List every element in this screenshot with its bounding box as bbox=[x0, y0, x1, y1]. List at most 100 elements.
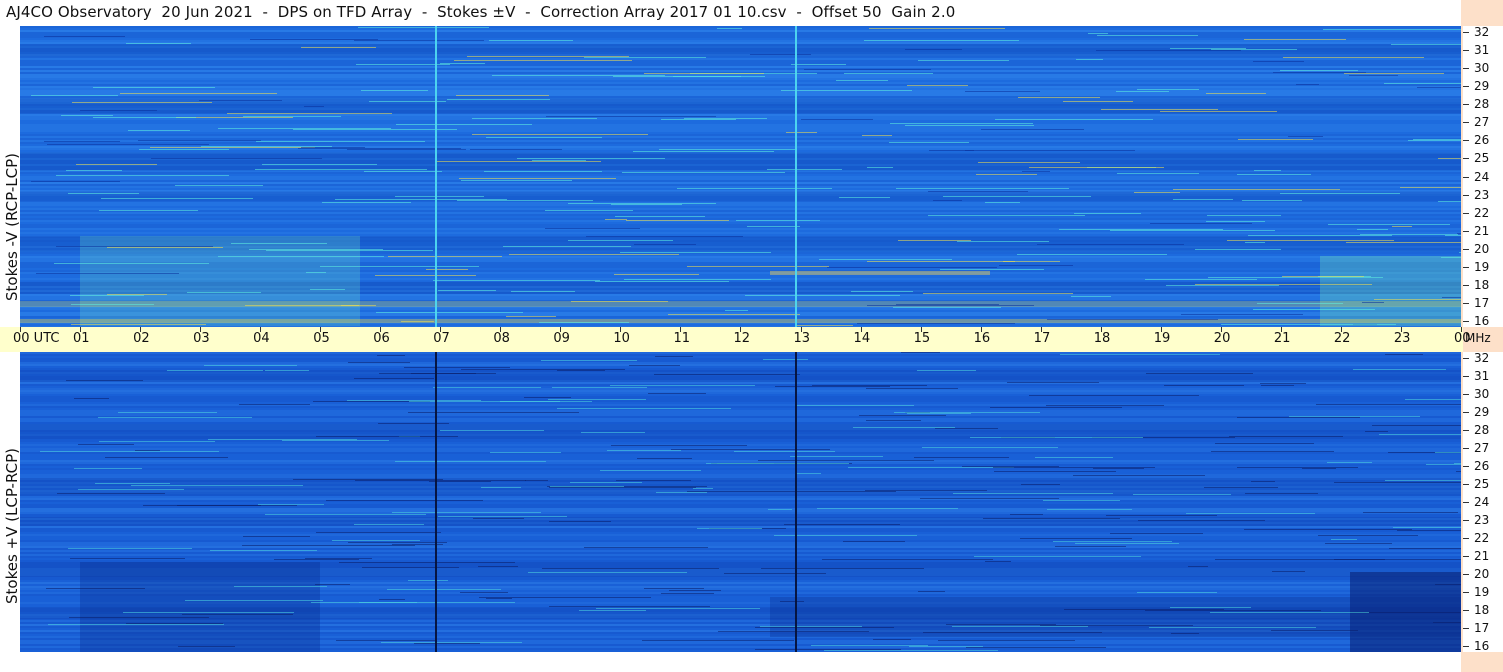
spectrogram-band bbox=[457, 200, 593, 201]
spectrogram-band bbox=[1075, 543, 1179, 544]
time-tick-label: 21 bbox=[1273, 331, 1291, 346]
freq-tick bbox=[1463, 248, 1469, 250]
time-tick-label: 20 bbox=[1213, 331, 1231, 346]
spectrogram-band bbox=[20, 546, 1461, 548]
time-tick-label: 09 bbox=[553, 331, 570, 346]
spectrogram-band bbox=[126, 43, 191, 44]
spectrogram-band bbox=[20, 526, 1461, 528]
spectrogram-band bbox=[20, 191, 1461, 201]
freq-tick bbox=[1463, 140, 1469, 142]
spectrogram-band bbox=[20, 400, 1461, 402]
spectrogram-band bbox=[20, 176, 1461, 178]
spectrogram-band bbox=[486, 137, 602, 138]
freq-tick bbox=[1463, 628, 1469, 629]
spectrogram-band bbox=[1195, 284, 1372, 285]
spectrogram-band bbox=[265, 514, 426, 515]
spectrogram-band bbox=[99, 441, 215, 442]
time-tick-label: 17 bbox=[1033, 331, 1051, 346]
spectrogram-band bbox=[541, 360, 637, 361]
spectrogram-band bbox=[552, 387, 647, 388]
spectrogram-band bbox=[20, 352, 1461, 354]
spectrogram-band bbox=[1160, 111, 1277, 112]
spectrogram-band bbox=[101, 198, 253, 199]
time-tick-label: 08 bbox=[493, 331, 510, 346]
time-tick-label: 13 bbox=[793, 331, 811, 346]
spectrogram-band bbox=[107, 247, 223, 248]
spectrogram-band bbox=[1227, 240, 1394, 241]
freq-tick bbox=[1463, 520, 1469, 521]
spectrogram-band bbox=[1397, 530, 1461, 531]
spectrogram-band bbox=[20, 224, 1461, 226]
spectrogram-band bbox=[1357, 229, 1388, 230]
spectrogram-band bbox=[525, 480, 548, 481]
spectrogram-band bbox=[1360, 234, 1458, 235]
spectrogram-band bbox=[725, 310, 748, 311]
spectrogram-band bbox=[107, 294, 167, 295]
spectrogram-band bbox=[1374, 299, 1461, 300]
spectrogram-band bbox=[629, 365, 680, 366]
time-tick-label: 04 bbox=[253, 331, 270, 346]
freq-tick bbox=[1463, 212, 1469, 214]
spectrogram-band bbox=[654, 374, 800, 375]
spectrogram-band bbox=[66, 170, 122, 171]
spectrogram-band bbox=[1007, 382, 1099, 383]
spectrogram-band bbox=[361, 90, 428, 91]
spectrogram-band bbox=[20, 82, 1461, 84]
spectrogram-band bbox=[20, 460, 1461, 462]
spectrogram-band bbox=[99, 210, 198, 211]
spectrogram-band bbox=[490, 452, 561, 453]
spectrogram-band bbox=[20, 408, 1461, 410]
spectrogram-band bbox=[20, 44, 1461, 57]
spectrogram-band bbox=[923, 632, 1102, 633]
spectrogram-bottom[interactable] bbox=[20, 352, 1461, 652]
time-tick-label: 23 bbox=[1393, 331, 1411, 346]
spectrogram-band bbox=[1043, 500, 1120, 501]
spectrogram-band bbox=[767, 169, 842, 170]
time-tick-label: 12 bbox=[733, 331, 751, 346]
spectrogram-band bbox=[414, 643, 480, 644]
spectrogram-band bbox=[20, 96, 1461, 98]
spectrogram-band bbox=[20, 34, 1461, 36]
spectrogram-band bbox=[1046, 405, 1164, 406]
spectrogram-band bbox=[1173, 189, 1340, 190]
spectrogram-band bbox=[1417, 87, 1461, 88]
spectrogram-band bbox=[20, 30, 1461, 32]
spectrogram-band bbox=[20, 502, 1461, 504]
spectrogram-band bbox=[1173, 199, 1233, 200]
spectrogram-band bbox=[550, 486, 624, 487]
spectrogram-band bbox=[827, 267, 997, 268]
spectrogram-band bbox=[1331, 539, 1357, 540]
spectrogram-band bbox=[890, 123, 1033, 124]
spectrogram-band bbox=[1433, 622, 1461, 623]
spectrogram-band bbox=[1244, 529, 1412, 530]
spectrogram-band bbox=[795, 405, 914, 406]
spectrogram-band bbox=[310, 289, 345, 290]
spectrogram-band bbox=[1408, 140, 1461, 141]
spectrogram-band bbox=[928, 191, 1028, 192]
spectrogram-band bbox=[1320, 256, 1461, 326]
spectrogram-band bbox=[20, 94, 1461, 96]
spectrogram-band bbox=[750, 54, 811, 55]
spectrogram-band bbox=[48, 624, 224, 625]
spectrogram-band bbox=[255, 169, 427, 170]
spectrogram-band bbox=[301, 47, 376, 48]
spectrogram-band bbox=[1037, 244, 1184, 245]
spectrogram-band bbox=[905, 125, 1034, 126]
spectrogram-band bbox=[1248, 235, 1392, 236]
frequency-unit-label: MHz bbox=[1465, 331, 1491, 345]
spectrogram-band bbox=[1260, 383, 1306, 384]
freq-tick bbox=[1463, 448, 1469, 449]
spectrogram-band bbox=[1391, 44, 1461, 45]
spectrogram-band bbox=[71, 324, 206, 325]
spectrogram-band bbox=[1302, 468, 1336, 469]
time-tick-label: 16 bbox=[973, 331, 991, 346]
spectrogram-band bbox=[867, 305, 1034, 306]
spectrogram-band bbox=[624, 279, 771, 280]
spectrogram-band bbox=[851, 291, 913, 292]
spectrogram-band bbox=[1017, 254, 1167, 255]
spectrogram-band bbox=[355, 480, 526, 481]
spectrogram-top[interactable] bbox=[20, 26, 1461, 327]
spectrogram-band bbox=[20, 454, 1461, 456]
freq-tick bbox=[1463, 484, 1469, 485]
spectrogram-band bbox=[1353, 369, 1446, 370]
